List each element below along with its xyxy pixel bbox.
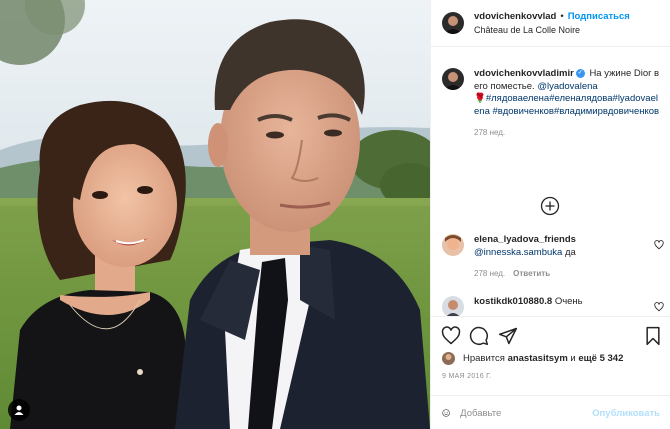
action-icons xyxy=(441,326,663,346)
likes-prefix: Нравится xyxy=(463,353,505,364)
likes-middle: и xyxy=(570,353,576,364)
post-photo[interactable] xyxy=(0,0,430,429)
like-heart-icon[interactable] xyxy=(441,326,461,346)
header-separator: • xyxy=(560,10,564,22)
commenter-avatar[interactable] xyxy=(442,296,464,316)
likes-summary: Нравится anastasitsym и ещё 5 342 xyxy=(442,352,623,365)
rose-emoji: 🌹 xyxy=(474,93,486,104)
commenter-avatar[interactable] xyxy=(442,234,464,256)
comment-item: elena_lyadova_friends @innesska.sambuka … xyxy=(442,234,664,281)
comment-text: Очень xyxy=(554,296,583,307)
liker-username[interactable]: anastasitsym xyxy=(508,353,568,364)
post-actions: Нравится anastasitsym и ещё 5 342 9 МАЯ … xyxy=(431,316,670,429)
caption-age: 278 нед. xyxy=(474,128,506,137)
comment-like-heart-icon[interactable] xyxy=(654,240,664,250)
commenter-username[interactable]: kostikdk010880.8 xyxy=(474,296,552,307)
comment-input[interactable] xyxy=(460,407,593,419)
emoji-smile-icon[interactable] xyxy=(442,404,450,422)
caption-mention[interactable]: @lyadovalena xyxy=(537,81,597,92)
author-avatar[interactable] xyxy=(442,12,464,34)
caption-username[interactable]: vdovichenkovvladimir xyxy=(474,68,574,79)
post-location[interactable]: Château de La Colle Noire xyxy=(474,24,630,36)
save-bookmark-icon[interactable] xyxy=(643,326,663,346)
commenter-username[interactable]: elena_lyadova_friends xyxy=(474,234,576,245)
caption-hashtags[interactable]: #лядоваелена#еленалядова#lyadovaelena #в… xyxy=(474,93,659,117)
plus-circle-icon xyxy=(540,196,560,216)
comment-like-heart-icon[interactable] xyxy=(654,302,664,312)
post-image xyxy=(0,0,430,429)
author-username[interactable]: vdovichenkovvlad xyxy=(474,11,556,23)
liker-avatar[interactable] xyxy=(442,352,455,365)
likes-count[interactable]: ещё 5 342 xyxy=(578,353,623,364)
comment-item: kostikdk010880.8 Очень xyxy=(442,296,664,316)
reply-button[interactable]: Ответить xyxy=(513,269,550,278)
add-comment-bar: Опубликовать xyxy=(431,395,670,429)
caption-avatar[interactable] xyxy=(442,68,464,90)
person-icon xyxy=(14,405,24,415)
comments-list[interactable]: vdovichenkovvladimir ✓ На ужине Dior в ег… xyxy=(431,48,670,316)
post-comment-button[interactable]: Опубликовать xyxy=(592,408,660,419)
user-tag-button[interactable] xyxy=(8,399,30,421)
post-date[interactable]: 9 МАЯ 2016 Г. xyxy=(442,373,492,380)
verified-badge-icon: ✓ xyxy=(575,68,585,78)
load-more-comments-button[interactable] xyxy=(540,196,560,216)
post-caption: vdovichenkovvladimir ✓ На ужине Dior в ег… xyxy=(442,68,664,140)
comment-mention[interactable]: @innesska.sambuka xyxy=(474,247,562,258)
share-paper-plane-icon[interactable] xyxy=(498,326,518,346)
follow-button[interactable]: Подписаться xyxy=(568,11,630,23)
comment-bubble-icon[interactable] xyxy=(469,326,489,346)
comment-age: 278 нед. xyxy=(474,269,506,278)
post-side-panel: vdovichenkovvlad • Подписаться Château d… xyxy=(430,0,670,429)
post-header: vdovichenkovvlad • Подписаться Château d… xyxy=(431,0,670,47)
comment-text: да xyxy=(564,246,576,258)
